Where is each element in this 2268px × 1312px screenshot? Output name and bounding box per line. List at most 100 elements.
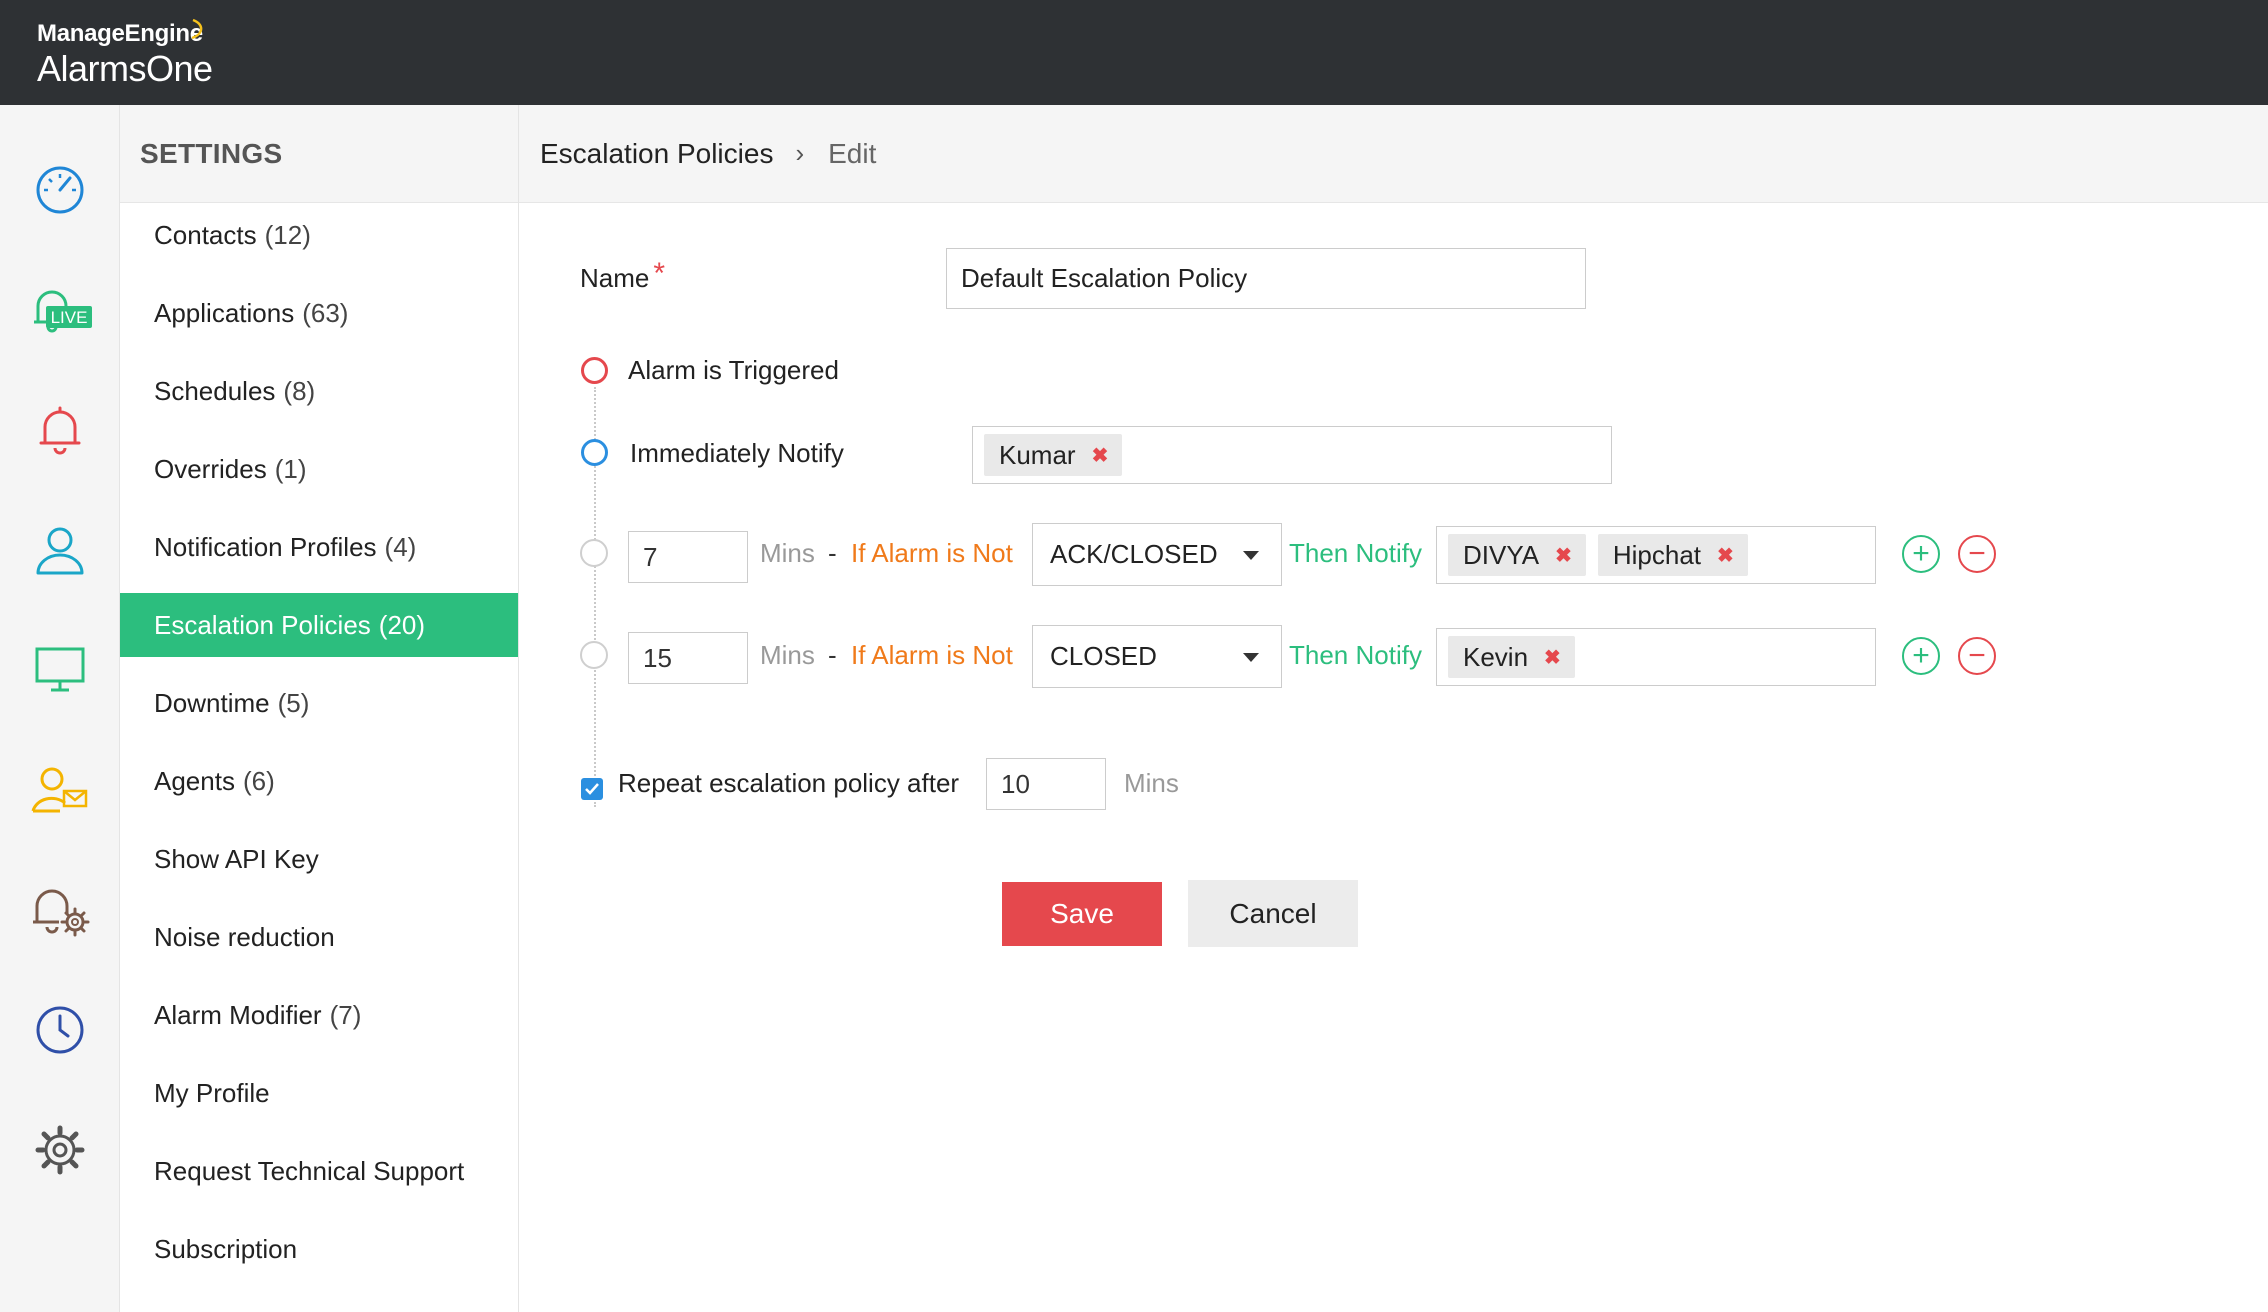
remove-tag-icon[interactable]: ✖ xyxy=(1717,543,1734,568)
settings-item[interactable]: Agents (6) xyxy=(120,749,518,813)
name-label: Name * xyxy=(580,257,665,295)
settings-item-count: (8) xyxy=(283,375,316,406)
rail-subscribers[interactable] xyxy=(0,745,119,835)
trigger-ring-icon xyxy=(581,357,608,384)
rail-dashboard[interactable] xyxy=(0,145,119,235)
breadcrumb: Escalation Policies › Edit xyxy=(519,105,2268,203)
cancel-button[interactable]: Cancel xyxy=(1188,880,1358,947)
rail-settings[interactable] xyxy=(0,1105,119,1195)
trigger-label: Alarm is Triggered xyxy=(628,355,839,385)
tag-label: Kumar xyxy=(999,439,1076,470)
rail-alarms[interactable] xyxy=(0,385,119,475)
settings-item[interactable]: Show API Key xyxy=(120,827,518,891)
step1-status-value: ACK/CLOSED xyxy=(1050,539,1218,569)
step2-mins-input[interactable] xyxy=(628,632,748,684)
remove-tag-icon[interactable]: ✖ xyxy=(1555,543,1572,568)
bell-icon xyxy=(39,406,80,455)
breadcrumb-current: Edit xyxy=(828,137,877,169)
logo-swoosh-icon xyxy=(191,18,203,40)
settings-item-count: (5) xyxy=(277,687,310,718)
settings-item[interactable]: Contacts (12) xyxy=(120,203,518,267)
remove-step-button[interactable]: − xyxy=(1958,637,1996,675)
icon-rail: LIVE xyxy=(0,105,120,1312)
settings-item-count: (20) xyxy=(378,609,426,640)
settings-item[interactable]: Request Technical Support xyxy=(120,1139,518,1203)
save-button[interactable]: Save xyxy=(1002,882,1162,946)
settings-item-label: Applications xyxy=(154,297,295,328)
settings-item-label: Alarm Modifier xyxy=(154,999,322,1030)
repeat-mins-label: Mins xyxy=(1124,768,1179,798)
step-ring-icon xyxy=(580,539,608,567)
user-icon xyxy=(36,527,83,575)
add-step-button[interactable]: + xyxy=(1902,637,1940,675)
settings-item-label: Contacts xyxy=(154,219,257,250)
settings-item-label: Request Technical Support xyxy=(154,1155,465,1186)
step1-mins-label: Mins xyxy=(760,538,815,568)
settings-sidebar: SETTINGS Contacts (12) Applications (63) Sch… xyxy=(120,105,519,1312)
user-mail-icon xyxy=(31,767,87,813)
settings-item-label: Notification Profiles xyxy=(154,531,377,562)
settings-item[interactable]: Schedules (8) xyxy=(120,359,518,423)
settings-item[interactable]: Noise reduction xyxy=(120,905,518,969)
step1-status-select[interactable]: ACK/CLOSED xyxy=(1032,523,1282,586)
settings-item-label: My Profile xyxy=(154,1077,270,1108)
policy-name-input[interactable] xyxy=(946,248,1586,309)
tag-label: Kevin xyxy=(1463,641,1529,672)
immediate-notify-field[interactable]: Kumar ✖ xyxy=(972,426,1612,484)
settings-item-label: Agents xyxy=(154,765,235,796)
settings-item-count: (12) xyxy=(264,219,311,250)
product-logo-text: AlarmsOne xyxy=(37,48,213,89)
rail-alarm-settings[interactable] xyxy=(0,865,119,955)
repeat-mins-input[interactable] xyxy=(986,758,1106,810)
settings-item-count: (1) xyxy=(274,453,307,484)
bell-gear-icon xyxy=(32,889,89,937)
contact-tag: DIVYA ✖ xyxy=(1448,534,1586,576)
contact-tag: Kumar ✖ xyxy=(984,434,1123,476)
settings-item-count: (6) xyxy=(242,765,275,796)
settings-item[interactable]: My Profile xyxy=(120,1061,518,1125)
notify-ring-icon xyxy=(581,439,608,466)
settings-item[interactable]: Overrides (1) xyxy=(120,437,518,501)
step2-status-select[interactable]: CLOSED xyxy=(1032,625,1282,688)
settings-item[interactable]: Alarm Modifier (7) xyxy=(120,983,518,1047)
name-label-text: Name xyxy=(580,263,650,293)
settings-item-label: Schedules xyxy=(154,375,276,406)
step1-mins-input[interactable] xyxy=(628,531,748,583)
repeat-checkbox[interactable] xyxy=(581,778,603,800)
step1-if-label: If Alarm is Not xyxy=(851,538,1013,568)
immediately-notify-label: Immediately Notify xyxy=(630,438,844,468)
step1-notify-field[interactable]: DIVYA ✖ Hipchat ✖ xyxy=(1436,526,1876,584)
dashboard-gauge-icon xyxy=(36,166,83,214)
rail-monitors[interactable] xyxy=(0,625,119,715)
remove-step-button[interactable]: − xyxy=(1958,535,1996,573)
chevron-down-icon xyxy=(1243,652,1259,662)
settings-item[interactable]: Applications (63) xyxy=(120,281,518,345)
settings-item-count: (7) xyxy=(329,999,362,1030)
settings-menu: Contacts (12) Applications (63) Schedules (8)… xyxy=(120,203,518,1281)
breadcrumb-parent-link[interactable]: Escalation Policies xyxy=(540,138,773,170)
rail-users[interactable] xyxy=(0,505,119,595)
tag-label: Hipchat xyxy=(1612,539,1702,570)
step2-notify-field[interactable]: Kevin ✖ xyxy=(1436,628,1876,686)
settings-item[interactable]: Downtime (5) xyxy=(120,671,518,735)
settings-item-label: Show API Key xyxy=(154,843,319,874)
rail-live-alarms[interactable]: LIVE xyxy=(0,265,119,355)
settings-item[interactable]: Escalation Policies (20) xyxy=(120,593,518,657)
clock-icon xyxy=(36,1006,83,1054)
rail-schedules[interactable] xyxy=(0,985,119,1075)
step2-mins-label: Mins xyxy=(760,640,815,670)
required-mark: * xyxy=(653,257,666,290)
settings-item-count: (4) xyxy=(384,531,417,562)
remove-tag-icon[interactable]: ✖ xyxy=(1092,443,1109,468)
step1-dash: - xyxy=(828,538,837,568)
live-alarms-icon: LIVE xyxy=(33,290,92,333)
remove-tag-icon[interactable]: ✖ xyxy=(1544,645,1561,670)
settings-item-label: Overrides xyxy=(154,453,267,484)
add-step-button[interactable]: + xyxy=(1902,535,1940,573)
settings-title: SETTINGS xyxy=(120,105,518,203)
settings-item[interactable]: Notification Profiles (4) xyxy=(120,515,518,579)
settings-gear-icon xyxy=(35,1125,84,1175)
tag-label: DIVYA xyxy=(1463,539,1540,570)
settings-item[interactable]: Subscription xyxy=(120,1217,518,1281)
settings-item-label: Noise reduction xyxy=(154,921,335,952)
